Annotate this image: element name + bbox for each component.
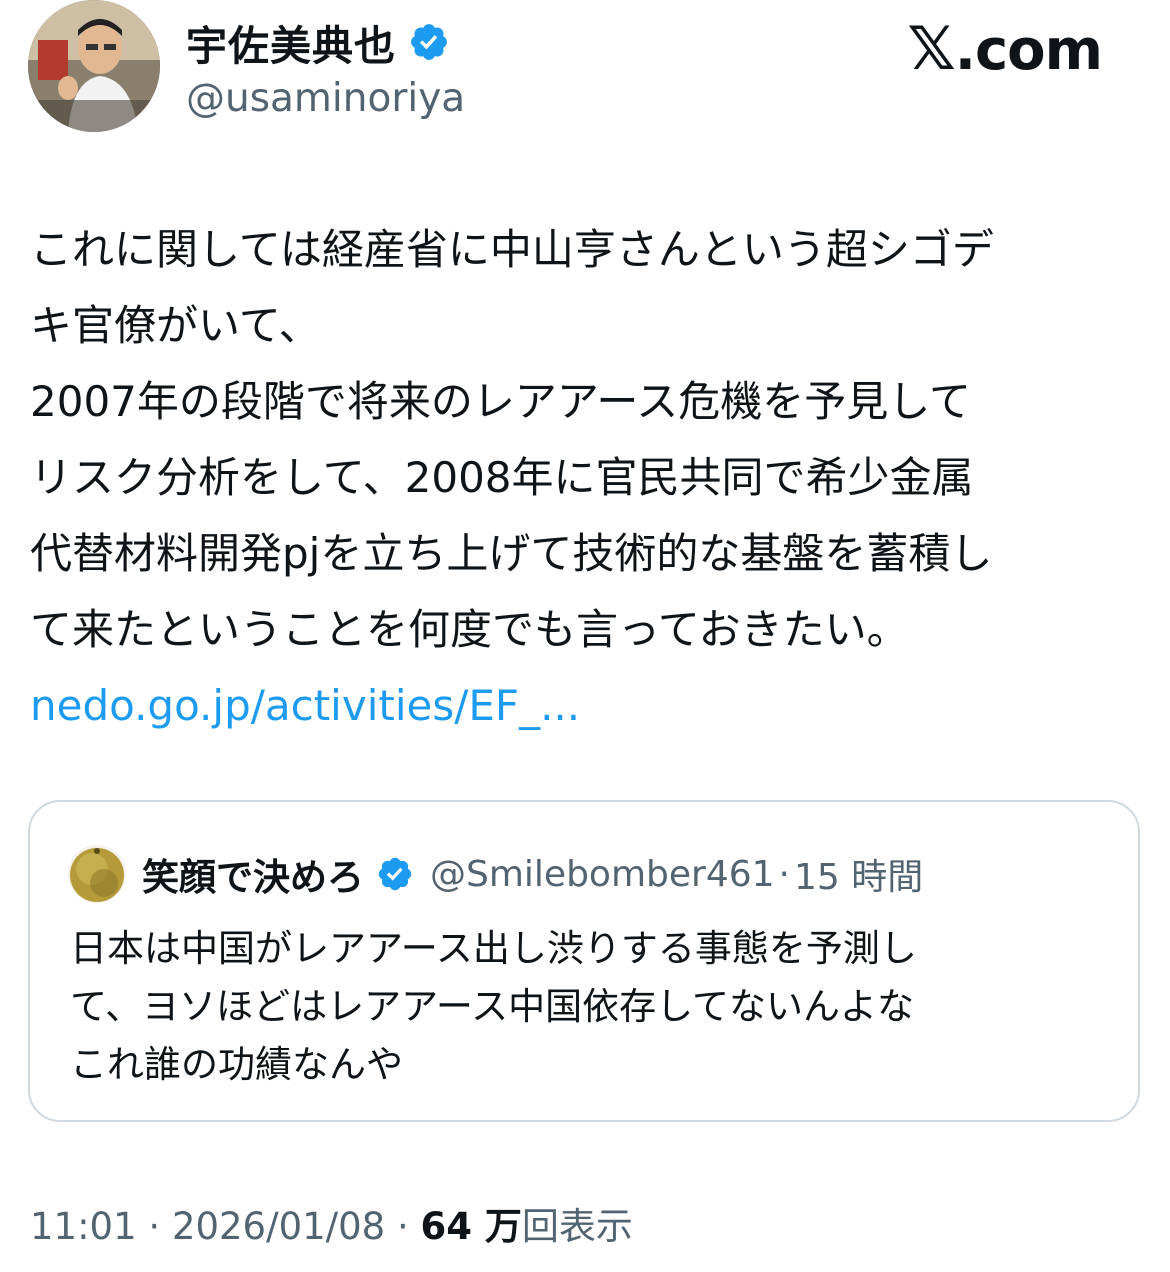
quoted-line: て、ヨソほどはレアアース中国依存してないんよな (70, 985, 914, 1028)
orange-fruit-avatar (68, 845, 126, 903)
tweet-time[interactable]: 11:01 (30, 1205, 137, 1248)
author-block[interactable]: 宇佐美典也 @usaminoriya (186, 14, 465, 121)
x-logo-icon: 𝕏 (907, 14, 955, 84)
quoted-author-display-name[interactable]: 笑顔で決めろ (142, 847, 364, 901)
author-avatar[interactable] (28, 0, 160, 132)
quoted-tweet-card[interactable]: 笑顔で決めろ @Smilebomber461 · 15 時間 日本は中国がレアア… (28, 800, 1140, 1122)
quoted-line: 日本は中国がレアアース出し渋りする事態を予測し (70, 927, 917, 970)
tweet-line: リスク分析をして、2008年に官民共同で希少金属 (30, 453, 974, 502)
author-display-name[interactable]: 宇佐美典也 (186, 12, 396, 72)
verified-badge-icon (411, 24, 447, 60)
tweet-line: キ官僚がいて、 (30, 301, 321, 350)
author-handle[interactable]: @usaminoriya (186, 76, 465, 121)
separator-dot: · (136, 1205, 172, 1248)
tweet-date[interactable]: 2026/01/08 (172, 1205, 385, 1248)
tweet-text: これに関しては経産省に中山亨さんという超シゴデ キ官僚がいて、 2007年の段階… (30, 212, 1140, 744)
separator-dot: · (778, 853, 790, 895)
view-label: 回表示 (521, 1205, 633, 1248)
tweet-line: 代替材料開発pjを立ち上げて技術的な基盤を蓄積し (30, 529, 993, 578)
x-com-logo: 𝕏.com (907, 14, 1103, 84)
tweet-link[interactable]: nedo.go.jp/activities/EF_... (30, 668, 1140, 744)
quoted-line: これ誰の功績なんや (70, 1043, 403, 1086)
tweet-line: これに関しては経産省に中山亨さんという超シゴデ (30, 225, 994, 274)
separator-dot: · (385, 1205, 421, 1248)
quoted-tweet-header: 笑顔で決めろ @Smilebomber461 · 15 時間 (68, 844, 923, 904)
brand-suffix: .com (954, 18, 1103, 83)
quoted-author-avatar[interactable] (68, 845, 126, 903)
quoted-timestamp[interactable]: 15 時間 (794, 848, 923, 900)
verified-badge-icon (378, 857, 412, 891)
tweet-metadata: 11:01 · 2026/01/08 · 64 万回表示 (30, 1196, 633, 1250)
avatar-image (28, 0, 160, 132)
quoted-tweet-text: 日本は中国がレアアース出し渋りする事態を予測し て、ヨソほどはレアアース中国依存… (70, 920, 917, 1094)
quoted-author-handle[interactable]: @Smilebomber461 (430, 854, 775, 895)
tweet-line: て来たということを何度でも言っておきたい。 (30, 605, 909, 654)
view-count: 64 万 (420, 1205, 522, 1248)
tweet-line: 2007年の段階で将来のレアアース危機を予見して (30, 377, 972, 426)
